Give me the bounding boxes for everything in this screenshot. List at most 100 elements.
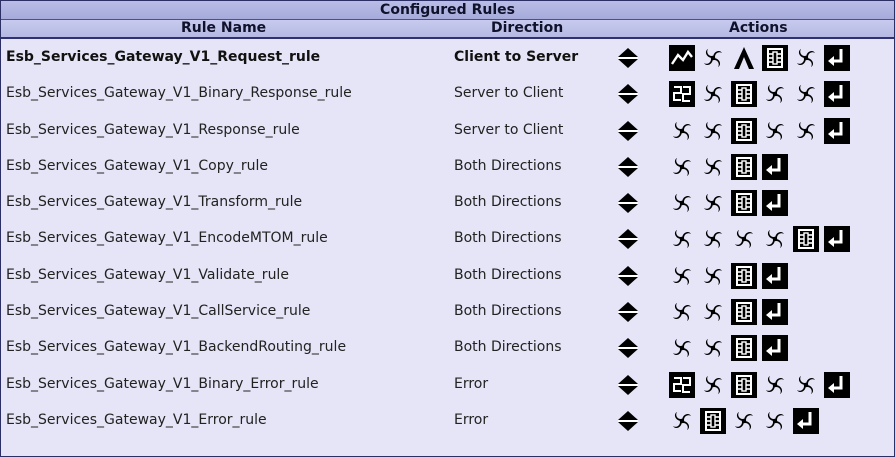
- rule-row[interactable]: Esb_Services_Gateway_V1_Copy_rule Both Di…: [1, 148, 894, 184]
- reorder-updown-icon[interactable]: [617, 156, 639, 178]
- rule-name-link[interactable]: Esb_Services_Gateway_V1_Transform_rule: [6, 184, 302, 220]
- transform-icon[interactable]: [669, 190, 695, 216]
- binary-transform-icon[interactable]: [669, 81, 695, 108]
- route-icon[interactable]: [731, 262, 757, 289]
- transform-icon[interactable]: [700, 118, 726, 144]
- rule-row[interactable]: Esb_Services_Gateway_V1_Transform_rule Bo…: [1, 184, 894, 220]
- rule-row[interactable]: Esb_Services_Gateway_V1_Binary_Response_…: [1, 75, 894, 111]
- rule-row[interactable]: Esb_Services_Gateway_V1_Validate_rule Bot…: [1, 257, 894, 293]
- column-header-actions: Actions: [729, 20, 788, 36]
- transform-icon[interactable]: [793, 118, 819, 144]
- reorder-updown-icon[interactable]: [617, 337, 639, 359]
- transform-icon[interactable]: [700, 190, 726, 216]
- transform-icon[interactable]: [762, 226, 788, 252]
- rule-name-link[interactable]: Esb_Services_Gateway_V1_Request_rule: [6, 39, 320, 75]
- transform-icon[interactable]: [762, 372, 788, 398]
- transform-icon[interactable]: [762, 408, 788, 434]
- transform-icon[interactable]: [669, 226, 695, 252]
- transform-icon[interactable]: [793, 81, 819, 107]
- route-icon[interactable]: [731, 299, 757, 326]
- reorder-updown-icon[interactable]: [617, 301, 639, 323]
- filter-icon[interactable]: [669, 45, 695, 71]
- transform-icon[interactable]: [700, 335, 726, 361]
- route-icon[interactable]: [731, 81, 757, 108]
- transform-icon[interactable]: [793, 45, 819, 71]
- table-header: Rule Name Direction Actions: [1, 20, 894, 39]
- rule-direction: Error: [454, 375, 489, 392]
- rule-row[interactable]: Esb_Services_Gateway_V1_EncodeMTOM_rule B…: [1, 220, 894, 256]
- rule-name-link[interactable]: Esb_Services_Gateway_V1_Validate_rule: [6, 257, 289, 293]
- transform-icon[interactable]: [700, 226, 726, 252]
- result-icon[interactable]: [824, 371, 850, 398]
- rule-name-link[interactable]: Esb_Services_Gateway_V1_Binary_Response_…: [6, 75, 352, 111]
- transform-icon[interactable]: [669, 118, 695, 144]
- column-header-rule-name: Rule Name: [181, 20, 267, 36]
- reorder-updown-icon[interactable]: [617, 265, 639, 287]
- rule-name-link[interactable]: Esb_Services_Gateway_V1_Response_rule: [6, 112, 300, 148]
- result-icon[interactable]: [793, 407, 819, 434]
- validate-icon[interactable]: [731, 45, 757, 71]
- reorder-updown-icon[interactable]: [617, 410, 639, 432]
- route-icon[interactable]: [731, 117, 757, 144]
- transform-icon[interactable]: [793, 372, 819, 398]
- rule-direction: Error: [454, 411, 489, 428]
- transform-icon[interactable]: [669, 408, 695, 434]
- transform-icon[interactable]: [731, 408, 757, 434]
- rule-actions: [669, 81, 850, 108]
- rule-row[interactable]: Esb_Services_Gateway_V1_Binary_Error_rul…: [1, 366, 894, 402]
- reorder-updown-icon[interactable]: [617, 374, 639, 396]
- result-icon[interactable]: [824, 226, 850, 253]
- transform-icon[interactable]: [762, 118, 788, 144]
- reorder-updown-icon[interactable]: [617, 83, 639, 105]
- result-icon[interactable]: [824, 81, 850, 108]
- rule-row[interactable]: Esb_Services_Gateway_V1_CallService_rule…: [1, 293, 894, 329]
- rule-row[interactable]: Esb_Services_Gateway_V1_BackendRouting_r…: [1, 329, 894, 365]
- transform-icon[interactable]: [700, 299, 726, 325]
- rule-name-link[interactable]: Esb_Services_Gateway_V1_CallService_rule: [6, 293, 310, 329]
- rule-actions: [669, 371, 850, 398]
- binary-transform-icon[interactable]: [669, 371, 695, 398]
- configured-rules-panel: Configured Rules Rule Name Direction Act…: [0, 0, 895, 457]
- transform-icon[interactable]: [700, 154, 726, 180]
- route-icon[interactable]: [700, 407, 726, 434]
- result-icon[interactable]: [762, 153, 788, 180]
- panel-title: Configured Rules: [1, 1, 894, 20]
- transform-icon[interactable]: [669, 335, 695, 361]
- rule-direction: Both Directions: [454, 194, 562, 211]
- reorder-updown-icon[interactable]: [617, 47, 639, 69]
- transform-icon[interactable]: [700, 45, 726, 71]
- transform-icon[interactable]: [669, 299, 695, 325]
- rule-row[interactable]: Esb_Services_Gateway_V1_Request_rule Clie…: [1, 39, 894, 75]
- result-icon[interactable]: [824, 117, 850, 144]
- column-header-direction: Direction: [491, 20, 564, 36]
- rule-name-link[interactable]: Esb_Services_Gateway_V1_BackendRouting_r…: [6, 329, 346, 365]
- rule-actions: [669, 335, 788, 362]
- transform-icon[interactable]: [731, 226, 757, 252]
- transform-icon[interactable]: [762, 81, 788, 107]
- route-icon[interactable]: [793, 226, 819, 253]
- route-icon[interactable]: [762, 45, 788, 71]
- route-icon[interactable]: [731, 153, 757, 180]
- route-icon[interactable]: [731, 190, 757, 217]
- result-icon[interactable]: [824, 45, 850, 71]
- reorder-updown-icon[interactable]: [617, 120, 639, 142]
- rule-name-link[interactable]: Esb_Services_Gateway_V1_Copy_rule: [6, 148, 268, 184]
- transform-icon[interactable]: [669, 263, 695, 289]
- rule-name-link[interactable]: Esb_Services_Gateway_V1_EncodeMTOM_rule: [6, 220, 328, 256]
- rule-name-link[interactable]: Esb_Services_Gateway_V1_Binary_Error_rul…: [6, 366, 319, 402]
- result-icon[interactable]: [762, 262, 788, 289]
- transform-icon[interactable]: [700, 372, 726, 398]
- rule-row[interactable]: Esb_Services_Gateway_V1_Error_rule Error: [1, 402, 894, 438]
- rule-row[interactable]: Esb_Services_Gateway_V1_Response_rule Ser…: [1, 112, 894, 148]
- transform-icon[interactable]: [700, 263, 726, 289]
- rule-name-link[interactable]: Esb_Services_Gateway_V1_Error_rule: [6, 402, 267, 438]
- transform-icon[interactable]: [700, 81, 726, 107]
- result-icon[interactable]: [762, 190, 788, 217]
- reorder-updown-icon[interactable]: [617, 228, 639, 250]
- result-icon[interactable]: [762, 335, 788, 362]
- transform-icon[interactable]: [669, 154, 695, 180]
- route-icon[interactable]: [731, 335, 757, 362]
- route-icon[interactable]: [731, 371, 757, 398]
- result-icon[interactable]: [762, 299, 788, 326]
- reorder-updown-icon[interactable]: [617, 192, 639, 214]
